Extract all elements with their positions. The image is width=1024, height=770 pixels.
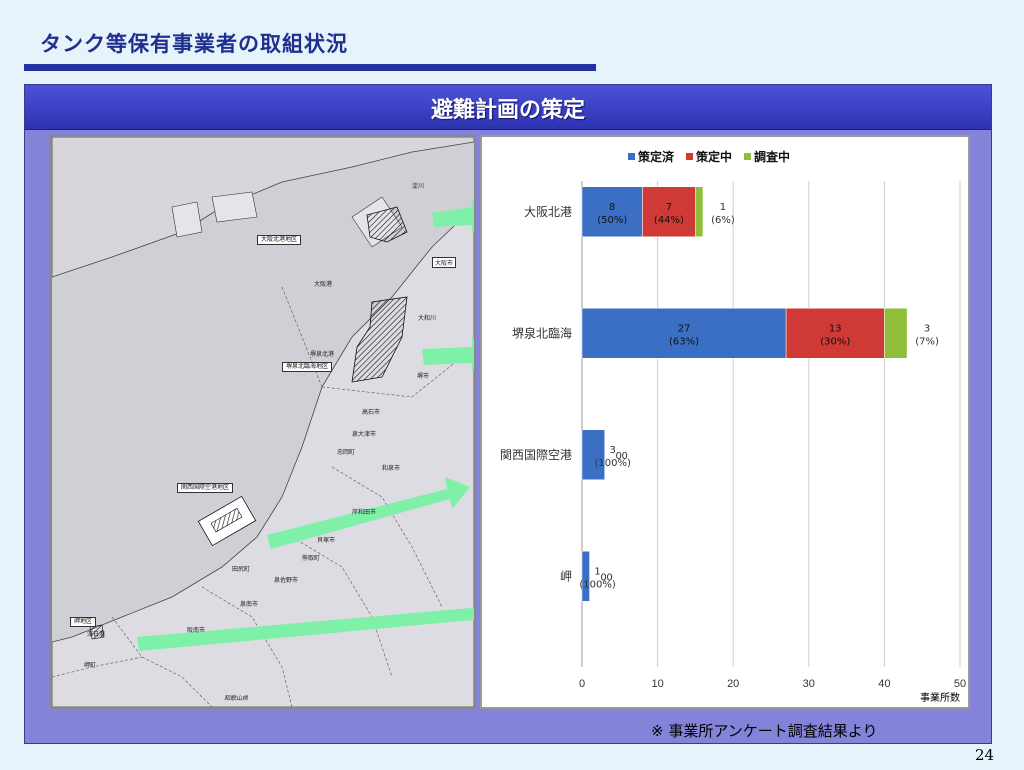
map-place-label: 貝塚市 — [317, 537, 336, 544]
bar-segment — [581, 429, 605, 480]
data-label: 0 — [621, 451, 627, 462]
map-place-label: 岸和田市 — [352, 509, 377, 516]
data-label: 8 — [609, 202, 615, 213]
section-header-text: 避難計画の策定 — [430, 98, 585, 123]
map-place-label: 泉大津市 — [352, 431, 377, 438]
map-district-label: 大阪北港地区 — [257, 235, 302, 245]
data-label: 3 — [924, 323, 930, 334]
map-place-label: 阪南市 — [187, 627, 206, 634]
category-label: 堺泉北臨海 — [512, 325, 572, 340]
map-district-label: 岬地区 — [70, 617, 97, 627]
bar-segment — [695, 186, 704, 237]
map-place-label: 淀川 — [412, 183, 425, 190]
legend-swatch — [744, 153, 751, 160]
title-underline — [24, 64, 596, 71]
map-place-label: 熊取町 — [302, 555, 321, 562]
stacked-bar-chart: 0 10 20 30 40 50 事業所数 策定済 策定中 調査中 大阪北港 8 (50%) 7 (44%)… — [480, 135, 970, 709]
map-place-label: 大阪港 — [314, 281, 333, 288]
map-district-label: 堺泉北臨海地区 — [282, 362, 333, 372]
category-label: 関西国際空港 — [500, 448, 572, 462]
data-label: (63%) — [669, 336, 699, 347]
data-label: (30%) — [820, 336, 850, 347]
map-place-label: 堺泉北港 — [310, 351, 335, 358]
map-place-label: 岬町 — [84, 662, 97, 669]
data-label: 27 — [678, 323, 691, 334]
map-place-label: 和泉市 — [382, 465, 401, 472]
map-place-label: 田尻町 — [232, 566, 251, 573]
page-title: タンク等保有事業者の取組状況 — [40, 32, 348, 56]
map-place-label: 泉南市 — [240, 601, 259, 608]
map-place-label: 高石市 — [362, 409, 381, 416]
data-label: 1 — [720, 202, 726, 213]
page-number: 24 — [975, 746, 995, 764]
x-tick-label: 50 — [954, 678, 966, 690]
content-panel: 避難計画の策定 大阪北港地区 堺泉北臨海地区 関西国際空港地区 岬地区 淀川 大… — [24, 84, 992, 744]
section-header: 避難計画の策定 — [25, 85, 991, 130]
data-label: (50%) — [597, 215, 627, 226]
legend-label: 調査中 — [754, 149, 790, 164]
data-label: (6%) — [711, 215, 735, 226]
data-label: 7 — [666, 202, 672, 213]
x-tick-label: 10 — [651, 678, 663, 690]
map-place-label: 深日港 — [87, 631, 106, 638]
legend-swatch — [686, 153, 693, 160]
data-label: 0 — [606, 572, 612, 583]
map-district-label: 関西国際空港地区 — [177, 483, 234, 493]
data-label: 13 — [829, 323, 842, 334]
map-place-label: 大阪市 — [432, 257, 457, 268]
map-place-label: 大和川 — [418, 315, 437, 322]
category-label: 大阪北港 — [524, 205, 572, 219]
x-tick-label: 0 — [579, 678, 585, 690]
map-drawing — [51, 136, 510, 708]
x-tick-label: 40 — [878, 678, 890, 690]
category-label: 岬 — [560, 569, 572, 583]
map-place-label: 堺市 — [417, 373, 430, 380]
source-note: ※ 事業所アンケート調査結果より — [651, 722, 878, 740]
map-place-label: 泉佐野市 — [274, 577, 299, 584]
data-label: (44%) — [654, 215, 684, 226]
legend-label: 策定中 — [696, 149, 732, 164]
x-axis-title: 事業所数 — [920, 691, 960, 704]
data-label: (7%) — [915, 336, 939, 347]
chart-svg: 0 10 20 30 40 50事業所数策定済 策定中 調査中大阪北港 8(50%)7(44%)… — [500, 149, 966, 704]
bar-segment — [581, 551, 590, 602]
x-tick-label: 20 — [727, 678, 739, 690]
x-tick-label: 30 — [803, 678, 815, 690]
osaka-bay-map: 大阪北港地区 堺泉北臨海地区 関西国際空港地区 岬地区 淀川 大阪港 大阪市 大… — [50, 135, 510, 709]
legend-swatch — [628, 153, 635, 160]
bar-segment — [884, 308, 908, 359]
map-place-label: 忠岡町 — [337, 449, 356, 456]
legend-label: 策定済 — [638, 149, 675, 164]
map-place-label: 和歌山県 — [224, 695, 249, 702]
